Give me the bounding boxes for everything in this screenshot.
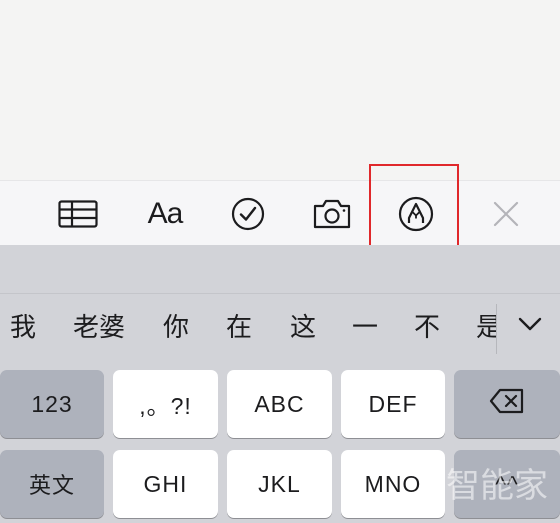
candidate-divider <box>496 304 497 354</box>
candidate-item[interactable]: 你 <box>163 308 189 348</box>
text-format-icon: Aa <box>147 196 184 230</box>
candidate-bar: 我 老婆 你 在 这 一 不 是 <box>0 293 560 364</box>
key-english[interactable]: 英文 <box>0 450 104 518</box>
candidate-item[interactable]: 老婆 <box>73 308 125 348</box>
candidate-item[interactable]: 这 <box>290 308 316 348</box>
checklist-button[interactable] <box>220 181 276 246</box>
expand-candidates-button[interactable] <box>505 304 555 348</box>
table-icon <box>58 199 98 228</box>
candidate-item[interactable]: 不 <box>414 308 440 348</box>
key-emoticon[interactable]: ^^ <box>454 450 560 518</box>
key-backspace[interactable] <box>454 370 560 438</box>
candidate-item[interactable]: 是 <box>476 308 496 348</box>
text-format-button[interactable]: Aa <box>137 181 193 246</box>
candidate-item[interactable]: 我 <box>10 308 36 348</box>
key-jkl[interactable]: JKL <box>227 450 332 518</box>
key-label: ^^ <box>495 470 519 497</box>
key-label: GHI <box>143 470 188 497</box>
camera-icon <box>312 198 352 230</box>
key-label: JKL <box>258 470 301 497</box>
key-def[interactable]: DEF <box>341 370 445 438</box>
key-label: 123 <box>31 390 73 417</box>
close-button[interactable] <box>478 181 534 246</box>
candidate-item[interactable]: 在 <box>226 308 252 348</box>
backspace-icon <box>489 388 525 420</box>
key-mno[interactable]: MNO <box>341 450 445 518</box>
chevron-down-icon <box>518 317 542 336</box>
note-canvas[interactable] <box>0 0 560 180</box>
key-label: DEF <box>368 390 418 417</box>
notes-toolbar: Aa <box>0 180 560 246</box>
keyboard-top-strip <box>0 245 560 293</box>
pen-tip-circle-icon <box>398 196 434 232</box>
close-icon <box>492 200 520 228</box>
checkmark-circle-icon <box>231 197 265 231</box>
table-button[interactable] <box>50 181 106 246</box>
camera-button[interactable] <box>304 181 360 246</box>
markup-button[interactable] <box>388 181 444 246</box>
key-label: 英文 <box>28 474 75 499</box>
candidate-item[interactable]: 一 <box>352 308 378 348</box>
key-ghi[interactable]: GHI <box>113 450 218 518</box>
key-abc[interactable]: ABC <box>227 370 332 438</box>
key-label: ABC <box>254 390 305 417</box>
key-123[interactable]: 123 <box>0 370 104 438</box>
key-label: MNO <box>364 470 422 497</box>
key-punctuation[interactable]: ,。?! <box>113 370 218 438</box>
key-label: ,。?! <box>139 393 192 419</box>
